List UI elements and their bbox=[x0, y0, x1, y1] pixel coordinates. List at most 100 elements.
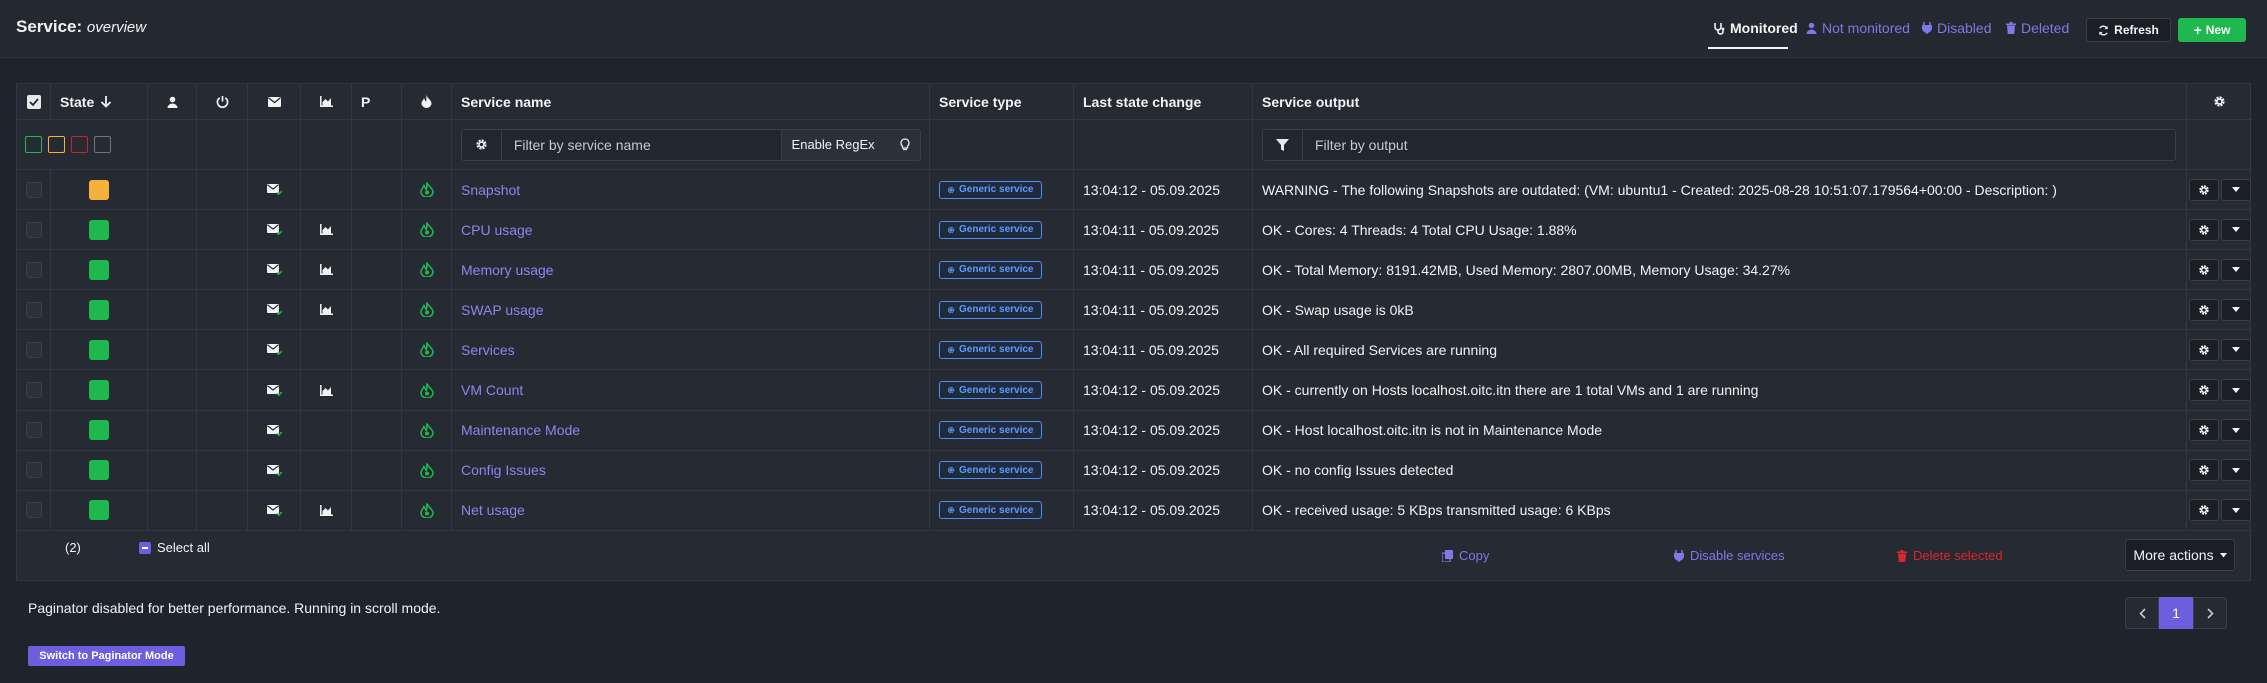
service-name-filter-input[interactable] bbox=[501, 129, 781, 160]
delete-selected-button[interactable]: Delete selected bbox=[1897, 548, 2003, 563]
row-dropdown-button[interactable] bbox=[2220, 178, 2251, 201]
envelope-icon bbox=[266, 344, 282, 356]
row-checkbox[interactable] bbox=[25, 382, 42, 399]
state-filter-warning[interactable] bbox=[48, 136, 65, 153]
column-last-state-change[interactable]: Last state change bbox=[1074, 84, 1253, 119]
column-service-output[interactable]: Service output bbox=[1253, 84, 2187, 119]
row-edit-button[interactable] bbox=[2188, 258, 2219, 281]
new-button[interactable]: + New bbox=[2178, 18, 2246, 42]
output-filter-input[interactable] bbox=[1303, 129, 2163, 160]
service-name-link[interactable]: Maintenance Mode bbox=[461, 422, 580, 438]
refresh-button[interactable]: Refresh bbox=[2086, 18, 2171, 42]
switch-paginator-button[interactable]: Switch to Paginator Mode bbox=[28, 646, 185, 666]
column-graph[interactable] bbox=[301, 84, 352, 119]
next-page-button[interactable] bbox=[2193, 597, 2227, 629]
column-acknowledged[interactable] bbox=[148, 84, 197, 119]
service-name-link[interactable]: Memory usage bbox=[461, 262, 554, 278]
area-chart-icon[interactable] bbox=[319, 304, 333, 316]
service-name-link[interactable]: Services bbox=[461, 342, 515, 358]
state-filter-unknown[interactable] bbox=[94, 136, 111, 153]
row-edit-button[interactable] bbox=[2188, 419, 2219, 442]
service-name-link[interactable]: Net usage bbox=[461, 502, 525, 518]
copy-button[interactable]: Copy bbox=[1442, 548, 1489, 563]
table-row[interactable]: Maintenance Mode Generic service 13:04:12 … bbox=[17, 410, 2252, 451]
table-row[interactable]: Snapshot Generic service 13:04:12 - 05.09.… bbox=[17, 170, 2252, 211]
row-checkbox[interactable] bbox=[25, 422, 42, 439]
row-checkbox[interactable] bbox=[25, 301, 42, 318]
page-button-current[interactable]: 1 bbox=[2159, 597, 2193, 629]
column-downtime[interactable] bbox=[197, 84, 248, 119]
table-row[interactable]: Memory usage Generic service 13:04:11 - 05… bbox=[17, 250, 2252, 291]
column-state[interactable]: State bbox=[51, 84, 148, 119]
row-edit-button[interactable] bbox=[2188, 178, 2219, 201]
service-name-link[interactable]: Config Issues bbox=[461, 462, 546, 478]
envelope-icon bbox=[266, 384, 282, 396]
tab-monitored[interactable]: Monitored bbox=[1713, 20, 1798, 36]
filter-funnel-button[interactable] bbox=[1263, 129, 1303, 160]
table-row[interactable]: Net usage Generic service 13:04:12 - 05.09… bbox=[17, 490, 2252, 531]
filter-settings-button[interactable] bbox=[462, 129, 502, 160]
row-output-cell: WARNING - The following Snapshots are ou… bbox=[1253, 170, 2187, 210]
cog-icon bbox=[947, 346, 955, 354]
table-row[interactable]: Services Generic service 13:04:11 - 05.09.… bbox=[17, 330, 2252, 371]
column-state-label: State bbox=[60, 93, 95, 110]
area-chart-icon[interactable] bbox=[319, 504, 333, 516]
row-dropdown-button[interactable] bbox=[2220, 298, 2251, 321]
column-passive[interactable]: P bbox=[352, 84, 402, 119]
row-type-cell: Generic service bbox=[930, 210, 1074, 250]
row-checkbox[interactable] bbox=[25, 341, 42, 358]
row-graph-cell bbox=[301, 290, 352, 330]
row-edit-button[interactable] bbox=[2188, 499, 2219, 522]
column-notifications[interactable] bbox=[248, 84, 301, 119]
area-chart-icon[interactable] bbox=[319, 224, 333, 236]
row-dropdown-button[interactable] bbox=[2220, 459, 2251, 482]
caret-down-icon bbox=[2231, 307, 2240, 313]
row-checkbox[interactable] bbox=[25, 502, 42, 519]
row-dropdown-button[interactable] bbox=[2220, 258, 2251, 281]
row-checkbox[interactable] bbox=[25, 261, 42, 278]
row-edit-button[interactable] bbox=[2188, 459, 2219, 482]
row-dropdown-button[interactable] bbox=[2220, 218, 2251, 241]
prev-page-button[interactable] bbox=[2125, 597, 2159, 629]
service-name-link[interactable]: Snapshot bbox=[461, 182, 520, 198]
more-actions-button[interactable]: More actions bbox=[2125, 539, 2235, 571]
row-checkbox[interactable] bbox=[25, 462, 42, 479]
tab-disabled[interactable]: Disabled bbox=[1922, 20, 1991, 36]
service-name-link[interactable]: VM Count bbox=[461, 382, 523, 398]
tab-not-monitored[interactable]: Not monitored bbox=[1806, 20, 1910, 36]
enable-regex-toggle[interactable]: Enable RegEx bbox=[780, 129, 920, 160]
table-row[interactable]: SWAP usage Generic service 13:04:11 - 05.0… bbox=[17, 290, 2252, 331]
area-chart-icon[interactable] bbox=[319, 384, 333, 396]
table-row[interactable]: CPU usage Generic service 13:04:11 - 05.09… bbox=[17, 210, 2252, 251]
state-filter-critical[interactable] bbox=[71, 136, 88, 153]
disable-services-button[interactable]: Disable services bbox=[1674, 548, 1785, 563]
table-row[interactable]: Config Issues Generic service 13:04:12 - 0… bbox=[17, 450, 2252, 491]
row-checkbox[interactable] bbox=[25, 181, 42, 198]
row-edit-button[interactable] bbox=[2188, 379, 2219, 402]
column-service-type[interactable]: Service type bbox=[930, 84, 1074, 119]
row-actions-cell bbox=[2187, 411, 2252, 450]
service-name-link[interactable]: CPU usage bbox=[461, 222, 533, 238]
row-select-cell bbox=[17, 170, 51, 210]
column-flapping[interactable] bbox=[402, 84, 452, 119]
row-dropdown-button[interactable] bbox=[2220, 379, 2251, 402]
area-chart-icon[interactable] bbox=[319, 264, 333, 276]
column-settings[interactable] bbox=[2187, 84, 2252, 119]
select-all-button[interactable]: Select all bbox=[139, 540, 210, 555]
column-service-name[interactable]: Service name bbox=[452, 84, 930, 119]
row-dropdown-button[interactable] bbox=[2220, 419, 2251, 442]
tab-deleted[interactable]: Deleted bbox=[2006, 20, 2069, 36]
row-dropdown-button[interactable] bbox=[2220, 499, 2251, 522]
row-select-cell bbox=[17, 450, 51, 490]
row-checkbox[interactable] bbox=[25, 221, 42, 238]
row-edit-button[interactable] bbox=[2188, 298, 2219, 321]
state-filter-ok[interactable] bbox=[25, 136, 42, 153]
row-graph-cell bbox=[301, 450, 352, 490]
select-all-header[interactable] bbox=[17, 84, 51, 119]
row-edit-button[interactable] bbox=[2188, 338, 2219, 361]
service-name-link[interactable]: SWAP usage bbox=[461, 302, 544, 318]
table-row[interactable]: VM Count Generic service 13:04:12 - 05.09.… bbox=[17, 370, 2252, 411]
row-dropdown-button[interactable] bbox=[2220, 338, 2251, 361]
row-edit-button[interactable] bbox=[2188, 218, 2219, 241]
page-title-main: Service: bbox=[16, 17, 83, 36]
